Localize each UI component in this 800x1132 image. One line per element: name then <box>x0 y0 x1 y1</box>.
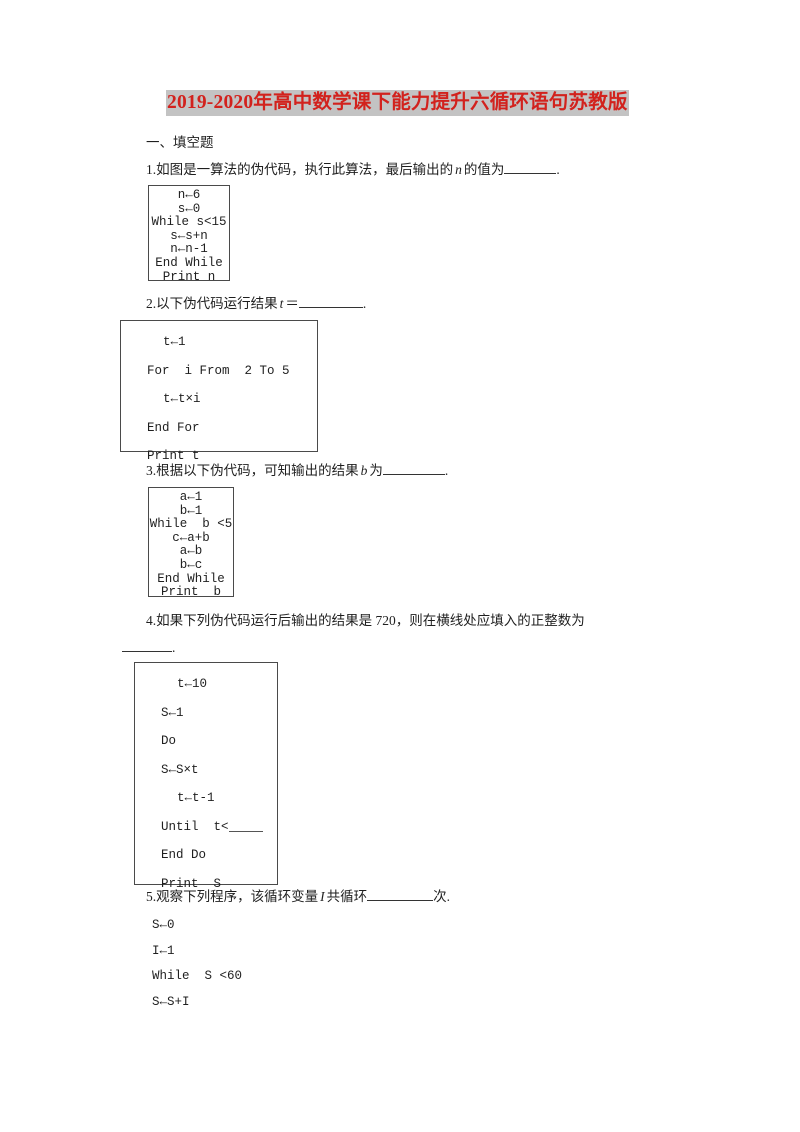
question-1-variable: n <box>455 162 462 177</box>
question-4-number: 4. <box>146 613 157 628</box>
question-4-text-line-2: . <box>122 638 175 658</box>
question-5-text: 5.观察下列程序，该循环变量 I 共循环 次. <box>146 887 450 907</box>
question-5-number: 5. <box>146 889 157 904</box>
question-5-period: 次. <box>433 889 450 904</box>
question-2-body: 以下伪代码运行结果 <box>156 296 278 311</box>
question-4-period: . <box>172 640 176 655</box>
question-4-text-line-1: 4.如果下列伪代码运行后输出的结果是 720，则在横线处应填入的正整数为 <box>146 611 585 631</box>
question-3-body-tail: 为 <box>369 463 383 478</box>
question-1-answer-blank <box>504 173 557 174</box>
code-line: t←1 <box>163 335 186 349</box>
code-line: b←1 <box>179 503 203 518</box>
code-line: Until t< <box>161 813 277 842</box>
code-line: t←t-1 <box>177 791 215 805</box>
code-line: b←c <box>179 557 203 572</box>
code-line: t←t×i <box>163 392 201 406</box>
page-title: 2019-2020年高中数学课下能力提升六循环语句苏教版 <box>166 90 629 116</box>
code-line: While b <5 <box>149 517 233 532</box>
question-2-number: 2. <box>146 296 157 311</box>
code-line: End Do <box>161 848 207 862</box>
code-line: c←a+b <box>172 530 210 545</box>
code-line: End While <box>155 255 223 270</box>
question-1-body: 如图是一算法的伪代码，执行此算法，最后输出的 <box>156 162 454 177</box>
code-line: n←6 <box>177 188 201 202</box>
question-3-period: . <box>444 463 449 478</box>
question-5-variable: I <box>320 889 325 904</box>
section-heading: 一、填空题 <box>146 135 214 150</box>
code-inline-blank <box>228 830 263 832</box>
question-2-period: . <box>362 296 367 311</box>
question-3-variable: b <box>360 463 368 478</box>
question-3-number: 3. <box>146 463 157 478</box>
code-line: t←10 <box>177 677 208 691</box>
pseudocode-block-4: t←10 S←1 Do S←S×t t←t-1 Until t< End Do … <box>134 662 278 891</box>
pseudocode-block-1: n←6 s←0 While s<15 s←s+n n←n-1 End While… <box>148 185 230 283</box>
question-1-period: . <box>556 162 560 177</box>
question-4-answer-blank <box>122 651 172 652</box>
code-line: n←n-1 <box>170 242 208 257</box>
question-5-body-tail: 共循环 <box>326 889 368 904</box>
question-1-body-tail: 的值为 <box>463 162 505 177</box>
code-line: While S <60 <box>152 969 243 983</box>
pseudocode-block-2: t←1 For i From 2 To 5 t←t×i End For Prin… <box>120 320 318 463</box>
question-2-text: 2.以下伪代码运行结果 t ＝. <box>146 294 366 314</box>
code-line: End For <box>147 420 200 435</box>
code-line: End While <box>157 571 225 586</box>
question-2-answer-blank <box>298 307 363 308</box>
code-line: Print n <box>162 269 216 284</box>
question-5-answer-blank <box>367 900 434 901</box>
question-5-body: 观察下列程序，该循环变量 <box>156 889 319 904</box>
code-line: I←1 <box>152 943 175 958</box>
question-1-number: 1. <box>146 162 157 177</box>
code-line: s←0 <box>177 201 201 216</box>
code-line: S←S+I <box>152 994 190 1009</box>
question-2-body-tail: ＝ <box>285 296 299 311</box>
code-line: a←1 <box>179 490 203 504</box>
code-line: S←1 <box>161 705 184 720</box>
code-line: While s<15 <box>151 215 227 230</box>
code-line: s←s+n <box>170 228 208 243</box>
code-line: S←S×t <box>161 762 199 777</box>
code-line: Print b <box>160 585 221 600</box>
code-line: Do <box>161 734 177 748</box>
question-3-body: 根据以下伪代码，可知输出的结果 <box>156 463 359 478</box>
code-line: a←b <box>179 544 203 559</box>
question-3-answer-blank <box>382 474 445 475</box>
code-line: S←0 <box>152 918 175 932</box>
pseudocode-block-3: a←1 b←1 While b <5 c←a+b a←b b←c End Whi… <box>148 487 234 600</box>
question-3-text: 3.根据以下伪代码，可知输出的结果 b 为. <box>146 461 448 481</box>
document-page: 2019-2020年高中数学课下能力提升六循环语句苏教版 一、填空题 1.如图是… <box>0 0 800 1132</box>
pseudocode-block-5: S←0 I←1 While S <60 S←S+I <box>152 913 242 1015</box>
code-line: For i From 2 To 5 <box>147 363 290 378</box>
question-1-text: 1.如图是一算法的伪代码，执行此算法，最后输出的 n 的值为. <box>146 160 560 180</box>
question-4-body: 如果下列伪代码运行后输出的结果是 720，则在横线处应填入的正整数为 <box>156 613 585 628</box>
